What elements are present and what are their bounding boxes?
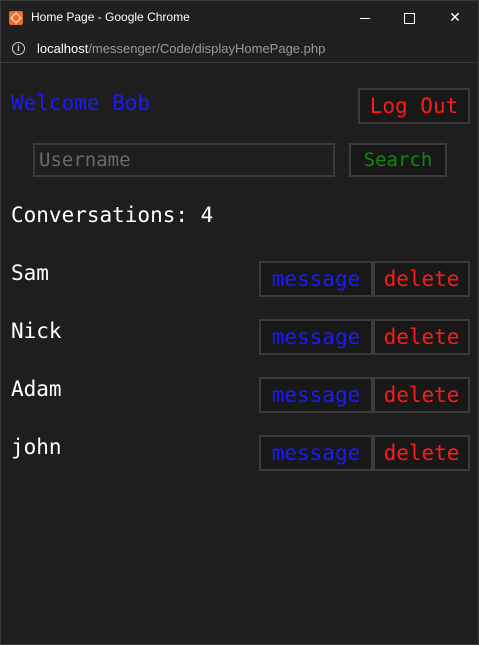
app-icon [9,11,23,25]
url[interactable]: localhost/messenger/Code/displayHomePage… [37,41,325,56]
logout-button[interactable]: Log Out [358,88,470,124]
browser-window: Home Page - Google Chrome ✕ i localhost/… [0,0,479,645]
message-button[interactable]: message [259,435,373,471]
info-icon[interactable]: i [12,42,25,55]
url-path: /messenger/Code/displayHomePage.php [88,41,326,56]
conversations-heading: Conversations: 4 [11,203,214,227]
conversation-row: Sam message delete [1,261,478,297]
window-title: Home Page - Google Chrome [31,10,190,24]
delete-button[interactable]: delete [373,261,470,297]
conversation-name: Nick [11,319,62,343]
search-button[interactable]: Search [349,143,447,177]
minimize-icon [360,17,370,19]
conversation-name: Adam [11,377,62,401]
welcome-text: Welcome Bob [11,91,151,115]
conversation-name: Sam [11,261,49,285]
title-bar: Home Page - Google Chrome ✕ [1,1,478,35]
search-input[interactable]: Username [33,143,335,177]
delete-button[interactable]: delete [373,435,470,471]
message-button[interactable]: message [259,377,373,413]
address-bar[interactable]: i localhost/messenger/Code/displayHomePa… [1,35,478,63]
minimize-button[interactable] [343,1,387,35]
conversation-row: john message delete [1,435,478,471]
url-host: localhost [37,41,89,56]
conversation-row: Adam message delete [1,377,478,413]
close-icon: ✕ [449,10,461,26]
page-content: Welcome Bob Log Out Username Search Conv… [1,63,478,644]
maximize-button[interactable] [387,1,431,35]
message-button[interactable]: message [259,261,373,297]
conversation-row: Nick message delete [1,319,478,355]
delete-button[interactable]: delete [373,377,470,413]
delete-button[interactable]: delete [373,319,470,355]
message-button[interactable]: message [259,319,373,355]
conversation-name: john [11,435,62,459]
maximize-icon [403,12,415,24]
close-button[interactable]: ✕ [433,1,477,35]
